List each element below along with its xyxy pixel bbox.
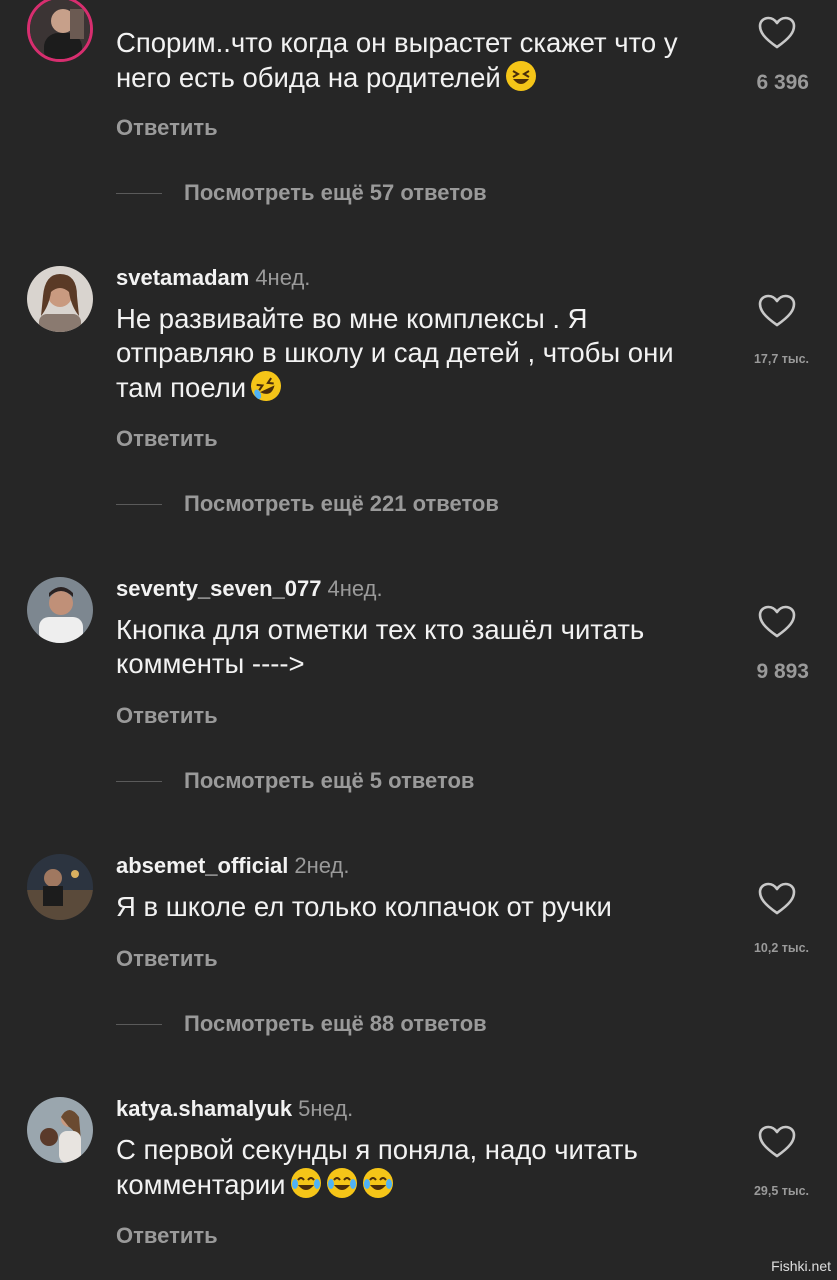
face-with-tears-of-joy-icon — [290, 1167, 322, 1199]
comment-age: 4нед. — [327, 576, 383, 601]
comment-text: Спорим..что когда он вырастет скажет что… — [116, 27, 678, 93]
reply-button[interactable]: Ответить — [116, 946, 218, 972]
heart-icon[interactable] — [758, 1125, 796, 1159]
username[interactable]: katya.shamalyuk — [116, 1096, 292, 1121]
rolling-on-floor-laughing-icon — [250, 370, 282, 402]
face-with-tears-of-joy-icon — [362, 1167, 394, 1199]
replies-divider — [116, 504, 162, 505]
comment-text: Я в школе ел только колпачок от ручки — [116, 891, 612, 922]
avatar[interactable] — [27, 577, 93, 643]
reply-button[interactable]: Ответить — [116, 426, 218, 452]
comment-meta: seventy_seven_077 4нед. — [116, 576, 383, 602]
username[interactable]: seventy_seven_077 — [116, 576, 322, 601]
view-more-replies[interactable]: Посмотреть ещё 5 ответов — [184, 768, 474, 794]
comment-meta: svetamadam 4нед. — [116, 265, 310, 291]
reply-button[interactable]: Ответить — [116, 115, 218, 141]
reply-button[interactable]: Ответить — [116, 1223, 218, 1249]
like-count: 9 893 — [756, 660, 809, 683]
comment-text: Не развивайте во мне комплексы . Я отпра… — [116, 302, 726, 405]
watermark: Fishki.net — [771, 1258, 831, 1274]
comment-age: 2нед. — [294, 853, 350, 878]
comment-text: Кнопка для отметки тех кто зашёл читать … — [116, 614, 645, 679]
grinning-squinting-face-icon — [505, 60, 537, 92]
comment-meta: katya.shamalyuk 5нед. — [116, 1096, 353, 1122]
face-with-tears-of-joy-icon — [326, 1167, 358, 1199]
like-count: 17,7 тыс. — [753, 352, 809, 366]
like-count: 10,2 тыс. — [753, 941, 809, 955]
comment-age: 4нед. — [255, 265, 311, 290]
comment-text: С первой секунды я поняла, надо читать к… — [116, 1134, 638, 1200]
username[interactable]: absemet_official — [116, 853, 288, 878]
avatar[interactable] — [27, 1097, 93, 1163]
like-count: 6 396 — [756, 71, 809, 94]
reply-button[interactable]: Ответить — [116, 703, 218, 729]
heart-icon[interactable] — [758, 882, 796, 916]
like-count: 29,5 тыс. — [753, 1184, 809, 1198]
heart-icon[interactable] — [758, 294, 796, 328]
heart-icon[interactable] — [758, 605, 796, 639]
comment-meta: absemet_official 2нед. — [116, 853, 350, 879]
replies-divider — [116, 1024, 162, 1025]
username[interactable]: svetamadam — [116, 265, 249, 290]
avatar[interactable] — [27, 0, 93, 62]
view-more-replies[interactable]: Посмотреть ещё 88 ответов — [184, 1011, 487, 1037]
replies-divider — [116, 781, 162, 782]
view-more-replies[interactable]: Посмотреть ещё 221 ответов — [184, 491, 499, 517]
replies-divider — [116, 193, 162, 194]
avatar[interactable] — [27, 854, 93, 920]
view-more-replies[interactable]: Посмотреть ещё 57 ответов — [184, 180, 487, 206]
comment-age: 5нед. — [298, 1096, 354, 1121]
heart-icon[interactable] — [758, 16, 796, 50]
avatar[interactable] — [27, 266, 93, 332]
